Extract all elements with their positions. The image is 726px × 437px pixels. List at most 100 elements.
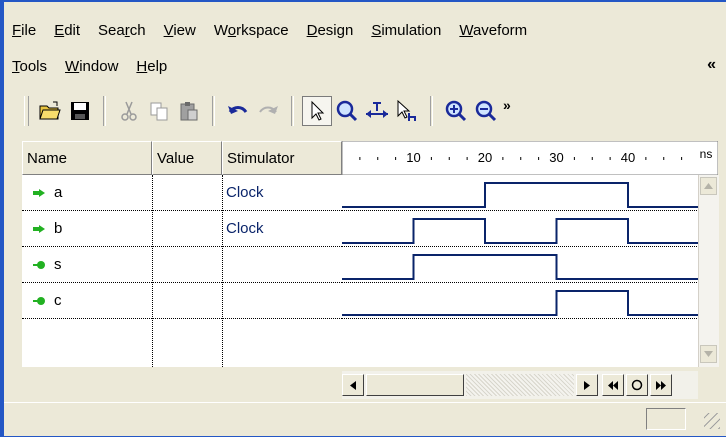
- paste-icon[interactable]: [174, 96, 204, 126]
- menu-tools[interactable]: Tools: [10, 58, 56, 75]
- signal-name: s: [22, 256, 62, 273]
- signal-name: b: [22, 220, 62, 237]
- time-ruler[interactable]: 10 20 30 40 ns: [342, 141, 718, 175]
- signal-stimulator-column: Clock Clock: [222, 175, 342, 367]
- scroll-down-button[interactable]: [700, 345, 717, 363]
- signal-value-cell[interactable]: [152, 211, 222, 247]
- rewind-icon: [608, 380, 618, 390]
- ruler-background: [342, 141, 718, 175]
- toolbar-separator: [291, 96, 294, 126]
- jump-start-button[interactable]: [602, 374, 624, 396]
- select-pointer-icon[interactable]: [302, 96, 332, 126]
- column-header-name[interactable]: Name: [22, 141, 152, 175]
- signal-name-column: a b s c: [22, 175, 152, 367]
- scroll-track[interactable]: [466, 374, 574, 396]
- select-range-icon[interactable]: [392, 96, 422, 126]
- scroll-right-button[interactable]: [576, 374, 598, 396]
- menu-accelerator: W: [459, 21, 473, 39]
- waveform-plot: [342, 182, 698, 319]
- toolbar-separator: [430, 96, 433, 126]
- input-port-icon: [33, 188, 45, 197]
- waveform-s: [342, 254, 698, 280]
- menu-help[interactable]: Help: [127, 58, 176, 75]
- zoom-in-icon[interactable]: [441, 96, 471, 126]
- menu-label-rest: rkspace: [236, 21, 289, 39]
- menu-accelerator: H: [136, 57, 148, 75]
- column-header-value[interactable]: Value: [152, 141, 222, 175]
- horizontal-scrollbar[interactable]: [342, 371, 698, 399]
- menu-label-rest: ch: [129, 21, 146, 39]
- redo-icon[interactable]: [253, 96, 283, 126]
- arrow-left-icon: [350, 380, 356, 390]
- signal-name: c: [22, 292, 62, 309]
- toolbar-grip[interactable]: [24, 96, 29, 126]
- measure-icon[interactable]: [362, 96, 392, 126]
- signal-value-cell[interactable]: [152, 175, 222, 211]
- signal-row-c[interactable]: c: [22, 283, 152, 319]
- menu-bar-row-1: File Edit Search View Workspace Design Simulat…: [10, 18, 536, 42]
- stimulator-label: Clock: [226, 184, 264, 201]
- zoom-icon[interactable]: [332, 96, 362, 126]
- waveform-c: [342, 290, 698, 316]
- toolbar-separator: [212, 96, 215, 126]
- menu-accelerator: o: [227, 21, 237, 39]
- waveform-b: [342, 218, 698, 244]
- circle-icon: [631, 379, 643, 391]
- signal-stimulator-cell[interactable]: Clock: [222, 175, 342, 211]
- status-panel: [646, 408, 686, 430]
- signal-value-cell[interactable]: [152, 283, 222, 319]
- signal-row-b[interactable]: b: [22, 211, 152, 247]
- signal-stimulator-cell[interactable]: Clock: [222, 211, 342, 247]
- output-port-icon: [33, 260, 45, 269]
- ruler-tick-label: 20: [478, 150, 492, 165]
- ruler-unit-label: ns: [700, 147, 713, 161]
- menu-label-rest: ile: [21, 21, 37, 39]
- menu-label-rest: esign: [317, 21, 354, 39]
- signal-value-cell[interactable]: [152, 247, 222, 283]
- signal-row-s[interactable]: s: [22, 247, 152, 283]
- zoom-out-icon[interactable]: [471, 96, 501, 126]
- scroll-thumb[interactable]: [366, 374, 464, 396]
- signal-stimulator-cell[interactable]: [222, 283, 342, 319]
- scroll-left-button[interactable]: [342, 374, 364, 396]
- column-divider: [152, 175, 153, 367]
- signal-row-a[interactable]: a: [22, 175, 152, 211]
- resize-grip[interactable]: [704, 413, 720, 429]
- save-icon[interactable]: [65, 96, 95, 126]
- signal-name-label: c: [54, 292, 62, 309]
- menu-bar-row-2: Tools Window Help: [10, 54, 176, 78]
- copy-icon[interactable]: [144, 96, 174, 126]
- waveform-area[interactable]: [342, 175, 698, 367]
- toolbar-separator: [103, 96, 106, 126]
- menu-workspace[interactable]: Workspace: [205, 22, 298, 39]
- signal-name-label: s: [54, 256, 62, 273]
- menu-label-rest: indow: [79, 57, 119, 75]
- undo-icon[interactable]: [223, 96, 253, 126]
- menu-label-rest: dit: [64, 21, 81, 39]
- vertical-scrollbar[interactable]: [698, 175, 719, 367]
- menu-simulation[interactable]: Simulation: [362, 22, 450, 39]
- column-header-value-label: Value: [157, 149, 195, 167]
- signal-name-label: b: [54, 220, 63, 237]
- menu-edit[interactable]: Edit: [45, 22, 89, 39]
- menu-waveform[interactable]: Waveform: [450, 22, 536, 39]
- jump-end-button[interactable]: [650, 374, 672, 396]
- menu-accelerator: S: [371, 21, 382, 39]
- menu-view[interactable]: View: [155, 22, 205, 39]
- menu-search[interactable]: Search: [89, 22, 155, 39]
- signal-stimulator-cell[interactable]: [222, 247, 342, 283]
- ruler-tick-label: 40: [621, 150, 635, 165]
- cursor-center-button[interactable]: [626, 374, 648, 396]
- menu-design[interactable]: Design: [298, 22, 363, 39]
- column-header-stimulator[interactable]: Stimulator: [222, 141, 342, 175]
- arrow-right-icon: [584, 380, 590, 390]
- menu-file[interactable]: File: [10, 22, 45, 39]
- cut-icon[interactable]: [114, 96, 144, 126]
- menu-collapse-chevron[interactable]: «: [707, 56, 716, 74]
- scroll-up-button[interactable]: [700, 177, 717, 195]
- menu-label-pre: W: [213, 21, 228, 39]
- menu-window[interactable]: Window: [56, 58, 127, 75]
- application-window: File Edit Search View Workspace Design Simulat…: [0, 0, 726, 437]
- open-folder-icon[interactable]: [35, 96, 65, 126]
- toolbar-overflow-icon[interactable]: »: [503, 97, 511, 113]
